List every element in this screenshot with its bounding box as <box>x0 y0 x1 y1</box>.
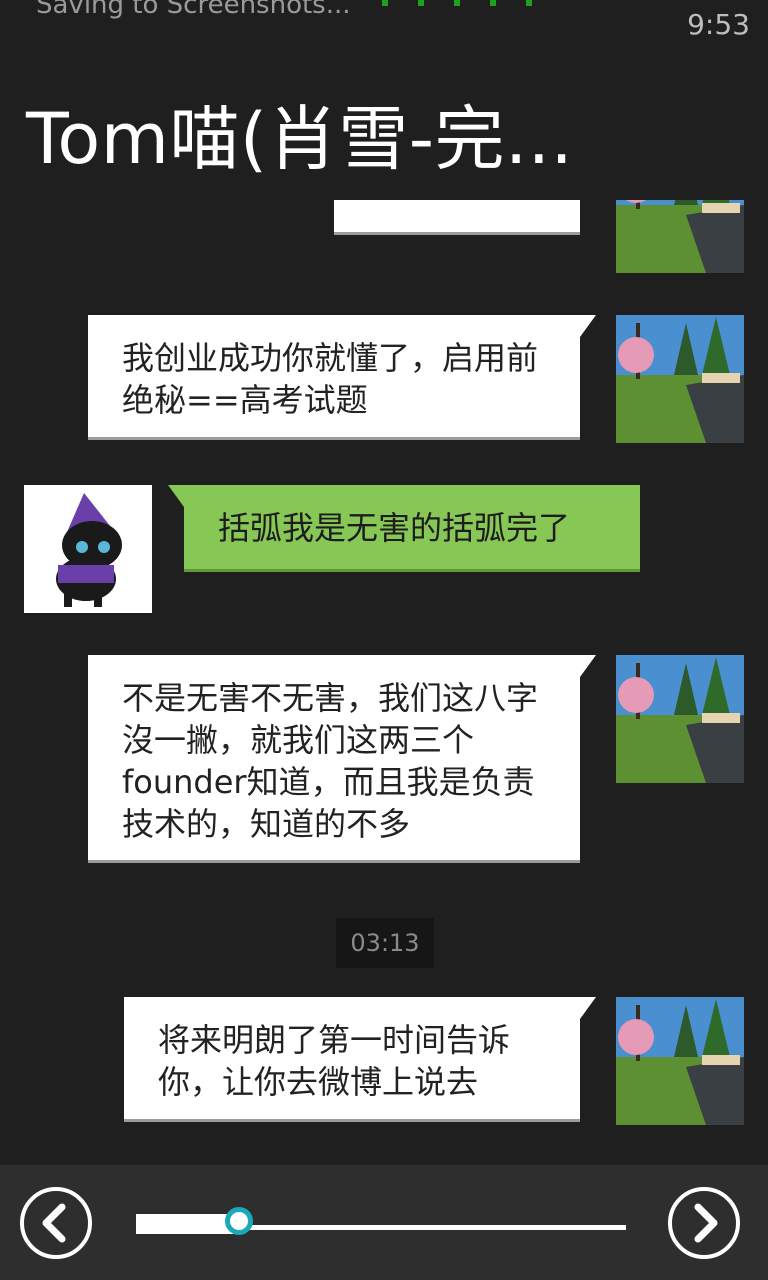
my-avatar[interactable] <box>24 485 152 613</box>
contact-avatar[interactable] <box>616 655 744 783</box>
progress-slider-thumb[interactable] <box>224 1207 253 1235</box>
status-bar: Saving to Screenshots... 9:53 <box>0 0 768 50</box>
message-text: 我创业成功你就懂了，启用前绝秘==高考试题 <box>122 339 539 419</box>
message-bubble-outgoing[interactable]: 我创业成功你就懂了，启用前绝秘==高考试题 <box>88 315 596 437</box>
saving-progress-indicator <box>382 0 542 8</box>
message-bubble-outgoing[interactable]: 将来明朗了第一时间告诉你，让你去微博上说去 <box>124 997 596 1119</box>
message-timestamp: 03:13 <box>336 918 434 968</box>
progress-slider-fill <box>136 1214 239 1234</box>
contact-avatar[interactable] <box>616 200 744 273</box>
clock: 9:53 <box>687 8 750 41</box>
message-text: 不是无害不无害，我们这八字沒一撇，就我们这两三个founder知道，而且我是负责… <box>122 679 539 843</box>
next-button[interactable] <box>668 1187 740 1259</box>
contact-avatar[interactable] <box>616 997 744 1125</box>
message-bubble-outgoing[interactable]: 不是无害不无害，我们这八字沒一撇，就我们这两三个founder知道，而且我是负责… <box>88 655 596 860</box>
previous-button[interactable] <box>20 1187 92 1259</box>
message-text: 将来明朗了第一时间告诉你，让你去微博上说去 <box>158 1021 511 1101</box>
message-text: 括弧我是无害的括弧完了 <box>218 509 571 547</box>
chevron-right-icon <box>694 1203 718 1243</box>
message-bubble-outgoing[interactable] <box>334 200 580 232</box>
message-bubble-incoming[interactable]: 括弧我是无害的括弧完了 <box>168 485 640 569</box>
conversation-title: Tom喵(肖雪-完... <box>26 98 574 180</box>
chevron-left-icon <box>42 1203 66 1243</box>
contact-avatar[interactable] <box>616 315 744 443</box>
saving-status-text: Saving to Screenshots... <box>36 0 351 20</box>
bottom-toolbar <box>0 1165 768 1280</box>
message-list[interactable]: 我创业成功你就懂了，启用前绝秘==高考试题 括弧我是无害的括弧完了 不是无害不无… <box>0 200 768 1165</box>
